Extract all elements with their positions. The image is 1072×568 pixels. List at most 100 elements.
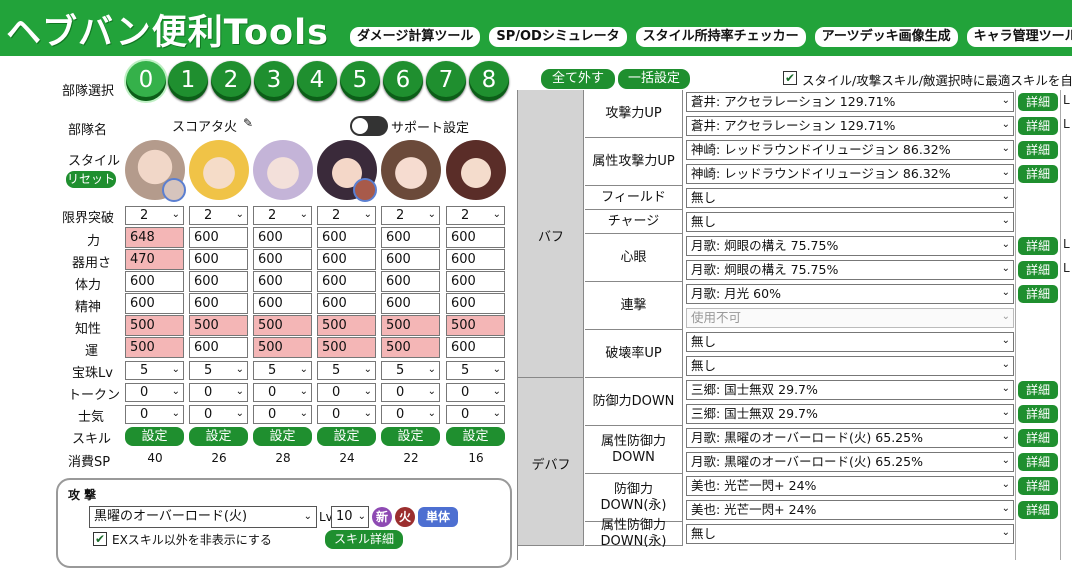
- detail-button[interactable]: 詳細: [1018, 165, 1058, 183]
- buff-skill-select[interactable]: 三郷: 国士無双 29.7% ⌄: [686, 404, 1014, 424]
- orb-select[interactable]: 5 ⌄: [446, 361, 505, 380]
- nav-sp-od-sim[interactable]: SP/ODシミュレータ: [489, 27, 627, 47]
- detail-button[interactable]: 詳細: [1018, 453, 1058, 471]
- nav-arts-deck[interactable]: アーツデッキ画像生成: [814, 27, 958, 47]
- party-button-3[interactable]: 3: [254, 61, 294, 101]
- token-select[interactable]: 0 ⌄: [125, 383, 184, 402]
- character-avatar-3[interactable]: [253, 140, 313, 200]
- skill-settings-button[interactable]: 設定: [253, 427, 312, 446]
- limit-select[interactable]: 2 ⌄: [317, 206, 376, 225]
- spirit-input[interactable]: 600: [381, 293, 440, 314]
- attack-lv-select[interactable]: 10 ⌄: [331, 506, 369, 528]
- dex-input[interactable]: 600: [381, 249, 440, 270]
- power-input[interactable]: 600: [189, 227, 248, 248]
- token-select[interactable]: 0 ⌄: [381, 383, 440, 402]
- character-avatar-2[interactable]: [189, 140, 249, 200]
- nav-damage-calc[interactable]: ダメージ計算ツール: [350, 27, 481, 47]
- buff-skill-select[interactable]: 無し ⌄: [686, 524, 1014, 544]
- party-button-7[interactable]: 7: [426, 61, 466, 101]
- set-all-button[interactable]: 一括設定: [618, 69, 690, 89]
- detail-button[interactable]: 詳細: [1018, 429, 1058, 447]
- hp-input[interactable]: 600: [317, 271, 376, 292]
- power-input[interactable]: 600: [446, 227, 505, 248]
- int-input[interactable]: 500: [381, 315, 440, 336]
- limit-select[interactable]: 2 ⌄: [189, 206, 248, 225]
- spirit-input[interactable]: 600: [125, 293, 184, 314]
- buff-skill-select[interactable]: 三郷: 国士無双 29.7% ⌄: [686, 380, 1014, 400]
- buff-skill-select[interactable]: 神崎: レッドラウンドイリュージョン 86.32% ⌄: [686, 164, 1014, 184]
- character-avatar-6[interactable]: [446, 140, 506, 200]
- power-input[interactable]: 600: [317, 227, 376, 248]
- orb-select[interactable]: 5 ⌄: [253, 361, 312, 380]
- limit-select[interactable]: 2 ⌄: [125, 206, 184, 225]
- hp-input[interactable]: 600: [253, 271, 312, 292]
- skill-settings-button[interactable]: 設定: [189, 427, 248, 446]
- morale-select[interactable]: 0 ⌄: [125, 405, 184, 424]
- detail-button[interactable]: 詳細: [1018, 285, 1058, 303]
- dex-input[interactable]: 600: [317, 249, 376, 270]
- morale-select[interactable]: 0 ⌄: [446, 405, 505, 424]
- token-select[interactable]: 0 ⌄: [446, 383, 505, 402]
- luck-input[interactable]: 500: [317, 337, 376, 358]
- luck-input[interactable]: 600: [446, 337, 505, 358]
- token-select[interactable]: 0 ⌄: [317, 383, 376, 402]
- unselect-all-button[interactable]: 全て外す: [541, 69, 615, 89]
- buff-skill-select[interactable]: 蒼井: アクセラレーション 129.71% ⌄: [686, 92, 1014, 112]
- skill-settings-button[interactable]: 設定: [125, 427, 184, 446]
- detail-button[interactable]: 詳細: [1018, 93, 1058, 111]
- detail-button[interactable]: 詳細: [1018, 141, 1058, 159]
- int-input[interactable]: 500: [189, 315, 248, 336]
- luck-input[interactable]: 600: [189, 337, 248, 358]
- dex-input[interactable]: 470: [125, 249, 184, 270]
- spirit-input[interactable]: 600: [317, 293, 376, 314]
- skill-settings-button[interactable]: 設定: [317, 427, 376, 446]
- token-select[interactable]: 0 ⌄: [189, 383, 248, 402]
- detail-button[interactable]: 詳細: [1018, 237, 1058, 255]
- support-toggle[interactable]: [350, 116, 388, 136]
- power-input[interactable]: 648: [125, 227, 184, 248]
- detail-button[interactable]: 詳細: [1018, 501, 1058, 519]
- hp-input[interactable]: 600: [125, 271, 184, 292]
- skill-settings-button[interactable]: 設定: [381, 427, 440, 446]
- ex-filter-checkbox[interactable]: ✔: [93, 532, 107, 546]
- token-select[interactable]: 0 ⌄: [253, 383, 312, 402]
- buff-skill-select[interactable]: 蒼井: アクセラレーション 129.71% ⌄: [686, 116, 1014, 136]
- int-input[interactable]: 500: [446, 315, 505, 336]
- spirit-input[interactable]: 600: [253, 293, 312, 314]
- limit-select[interactable]: 2 ⌄: [381, 206, 440, 225]
- orb-select[interactable]: 5 ⌄: [317, 361, 376, 380]
- party-button-5[interactable]: 5: [340, 61, 380, 101]
- power-input[interactable]: 600: [381, 227, 440, 248]
- hp-input[interactable]: 600: [381, 271, 440, 292]
- detail-button[interactable]: 詳細: [1018, 117, 1058, 135]
- party-button-2[interactable]: 2: [211, 61, 251, 101]
- buff-skill-select[interactable]: 神崎: レッドラウンドイリュージョン 86.32% ⌄: [686, 140, 1014, 160]
- detail-button[interactable]: 詳細: [1018, 405, 1058, 423]
- luck-input[interactable]: 500: [381, 337, 440, 358]
- hp-input[interactable]: 600: [446, 271, 505, 292]
- buff-skill-select[interactable]: 無し ⌄: [686, 332, 1014, 352]
- dex-input[interactable]: 600: [189, 249, 248, 270]
- morale-select[interactable]: 0 ⌄: [381, 405, 440, 424]
- int-input[interactable]: 500: [253, 315, 312, 336]
- orb-select[interactable]: 5 ⌄: [189, 361, 248, 380]
- limit-select[interactable]: 2 ⌄: [253, 206, 312, 225]
- limit-select[interactable]: 2 ⌄: [446, 206, 505, 225]
- power-input[interactable]: 600: [253, 227, 312, 248]
- skill-detail-button[interactable]: スキル詳細: [325, 530, 403, 549]
- int-input[interactable]: 500: [317, 315, 376, 336]
- buff-skill-select[interactable]: 美也: 光芒一閃+ 24% ⌄: [686, 476, 1014, 496]
- detail-button[interactable]: 詳細: [1018, 477, 1058, 495]
- buff-skill-select[interactable]: 無し ⌄: [686, 188, 1014, 208]
- buff-skill-select[interactable]: 月歌: 炯眼の構え 75.75% ⌄: [686, 260, 1014, 280]
- hp-input[interactable]: 600: [189, 271, 248, 292]
- orb-select[interactable]: 5 ⌄: [125, 361, 184, 380]
- buff-skill-select[interactable]: 無し ⌄: [686, 356, 1014, 376]
- buff-skill-select[interactable]: 無し ⌄: [686, 212, 1014, 232]
- int-input[interactable]: 500: [125, 315, 184, 336]
- morale-select[interactable]: 0 ⌄: [317, 405, 376, 424]
- orb-select[interactable]: 5 ⌄: [381, 361, 440, 380]
- detail-button[interactable]: 詳細: [1018, 381, 1058, 399]
- edit-icon[interactable]: ✎: [243, 116, 253, 130]
- dex-input[interactable]: 600: [253, 249, 312, 270]
